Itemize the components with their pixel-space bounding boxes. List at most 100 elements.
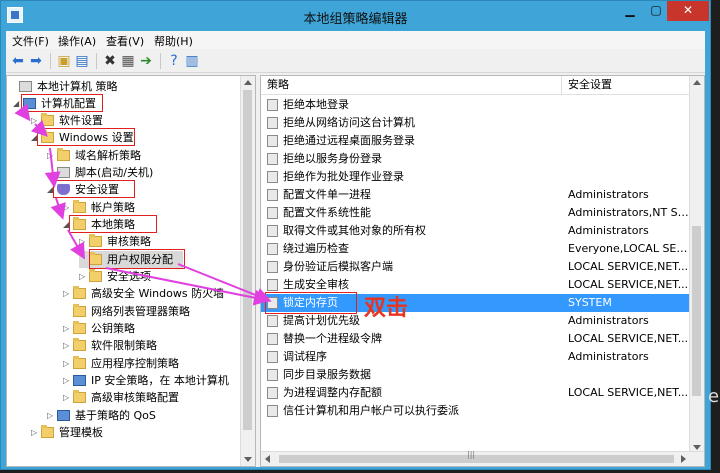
scroll-up-icon[interactable] (693, 80, 701, 85)
toolbar: ⬅ ➡ ▣ ▤ ✖ ▦ ➔ ? ▥ (6, 50, 705, 73)
back-icon[interactable]: ⬅ (10, 53, 26, 69)
highlight-box (265, 292, 357, 314)
list-row[interactable]: 绕过遍历检查 Everyone,LOCAL SERV... (261, 240, 693, 258)
list-row[interactable]: 调试程序 Administrators (261, 348, 690, 366)
export-list-icon[interactable]: ➔ (138, 53, 154, 69)
menu-view[interactable]: 查看(V) (106, 33, 144, 49)
expand-icon[interactable]: ▷ (63, 320, 72, 337)
list-vertical-scrollbar[interactable] (689, 76, 704, 454)
row-name: 取得文件或其他对象的所有权 (283, 224, 426, 237)
list-row[interactable]: 替换一个进程级令牌 LOCAL SERVICE,NET... (261, 330, 690, 348)
expand-icon[interactable]: ▷ (63, 372, 72, 389)
policy-item-icon (267, 351, 278, 363)
column-security-setting[interactable]: 安全设置 (562, 76, 612, 94)
list-row[interactable]: 配置文件系统性能 Administrators,NT SE... (261, 204, 693, 222)
double-click-annotation: 双击 (364, 296, 409, 321)
list-row[interactable]: 拒绝从网络访问这台计算机 (261, 114, 690, 132)
console-tree[interactable]: 本地计算机 策略 ◢ 计算机配置 ▷ 软件设置 ◢ Windows 设置 ▷ 域… (6, 75, 256, 467)
highlight-box (21, 94, 103, 112)
expand-icon[interactable]: ▷ (79, 233, 88, 250)
scroll-thumb[interactable] (243, 90, 252, 430)
tree-item-label: 脚本(启动/关机) (75, 166, 154, 179)
properties-icon[interactable]: ▦ (120, 53, 136, 69)
scroll-down-icon[interactable] (693, 445, 701, 450)
folder-icon (73, 286, 86, 299)
up-folder-icon[interactable]: ▣ (56, 53, 72, 69)
row-name: 拒绝作为批处理作业登录 (283, 170, 404, 183)
delete-icon[interactable]: ✖ (102, 53, 118, 69)
list-row[interactable]: 信任计算机和用户帐户可以执行委派 (261, 402, 690, 420)
expand-icon[interactable]: ▷ (63, 285, 72, 302)
expand-icon[interactable]: ▷ (63, 337, 72, 354)
tree-item-label: 审核策略 (107, 235, 151, 248)
column-policy[interactable]: 策略 (261, 76, 289, 94)
policy-item-icon (267, 387, 278, 399)
scroll-thumb[interactable] (279, 450, 674, 463)
list-row[interactable]: 为进程调整内存配额 LOCAL SERVICE,NET... (261, 384, 690, 402)
scroll-thumb[interactable] (692, 226, 701, 396)
highlight-box (89, 249, 185, 269)
help-icon[interactable]: ? (166, 53, 182, 69)
menu-help[interactable]: 帮助(H) (154, 33, 193, 49)
list-row[interactable]: 配置文件单一进程 Administrators (261, 186, 690, 204)
list-row[interactable]: 拒绝通过远程桌面服务登录 (261, 132, 690, 150)
list-row[interactable]: 取得文件或其他对象的所有权 Administrators (261, 222, 690, 240)
row-value: LOCAL SERVICE,NET... (568, 386, 689, 399)
folder-icon (73, 200, 86, 213)
policy-item-icon (267, 171, 278, 183)
policy-item-icon (267, 135, 278, 147)
expand-icon[interactable]: ▷ (47, 147, 56, 164)
expand-icon[interactable]: ▷ (63, 389, 72, 406)
expand-icon[interactable]: ▷ (31, 112, 40, 129)
row-name: 配置文件系统性能 (283, 206, 371, 219)
list-row[interactable]: 身份验证后模拟客户端 LOCAL SERVICE,NET... (261, 258, 690, 276)
tree-item-label: 软件限制策略 (91, 339, 157, 352)
menu-file[interactable]: 文件(F) (12, 33, 49, 49)
list-row[interactable]: 拒绝本地登录 (261, 96, 690, 114)
row-value: Administrators (568, 314, 649, 327)
expand-icon[interactable]: ▷ (63, 199, 72, 216)
policy-item-icon (267, 225, 278, 237)
tree-item-label: 软件设置 (59, 114, 103, 127)
minimize-button[interactable]: ▁ (617, 1, 643, 21)
scroll-right-icon[interactable] (681, 455, 686, 463)
list-horizontal-scrollbar[interactable] (261, 450, 704, 466)
menu-action[interactable]: 操作(A) (58, 33, 96, 49)
console-tree-icon[interactable]: ▥ (184, 53, 200, 69)
policy-item-icon (267, 207, 278, 219)
tree-item-label: 高级审核策略配置 (91, 391, 179, 404)
row-value: Administrators,NT SE... (568, 206, 693, 219)
list-row[interactable]: 提高计划优先级 Administrators (261, 312, 690, 330)
folder-icon (41, 425, 54, 438)
scroll-left-icon[interactable] (265, 455, 270, 463)
policy-item-icon (267, 279, 278, 291)
row-value: Administrators (568, 224, 649, 237)
row-value: LOCAL SERVICE,NET... (568, 260, 689, 273)
tree-item-label: 基于策略的 QoS (75, 409, 156, 422)
scroll-down-icon[interactable] (244, 457, 252, 462)
expand-icon[interactable]: ▷ (47, 407, 56, 424)
forward-icon[interactable]: ➡ (28, 53, 44, 69)
policy-list[interactable]: 策略 安全设置 拒绝本地登录 拒绝从网络访问这台计算机 拒绝通过远程桌面服务登录… (260, 75, 705, 467)
folder-icon (73, 390, 86, 403)
expand-icon[interactable]: ▷ (79, 268, 88, 285)
maximize-button[interactable]: ▢ (643, 1, 669, 21)
close-button[interactable]: ✕ (667, 1, 709, 21)
expand-icon[interactable]: ▷ (31, 424, 40, 441)
tree-scrollbar[interactable] (240, 76, 255, 466)
folder-icon (73, 338, 86, 351)
scroll-up-icon[interactable] (244, 80, 252, 85)
row-value: Administrators (568, 188, 649, 201)
folder-icon (41, 113, 54, 126)
folder-icon (73, 304, 86, 317)
show-hide-tree-icon[interactable]: ▤ (74, 53, 90, 69)
row-name: 调试程序 (283, 350, 327, 363)
list-row[interactable]: 拒绝以服务身份登录 (261, 150, 690, 168)
list-row[interactable]: 同步目录服务数据 (261, 366, 690, 384)
highlight-box (69, 215, 157, 233)
row-name: 拒绝本地登录 (283, 98, 349, 111)
row-value: LOCAL SERVICE,NET... (568, 278, 689, 291)
expand-icon[interactable]: ▷ (63, 355, 72, 372)
title-bar[interactable]: 本地组策略编辑器 ▁ ▢ ✕ (1, 1, 710, 31)
list-row[interactable]: 拒绝作为批处理作业登录 (261, 168, 690, 186)
